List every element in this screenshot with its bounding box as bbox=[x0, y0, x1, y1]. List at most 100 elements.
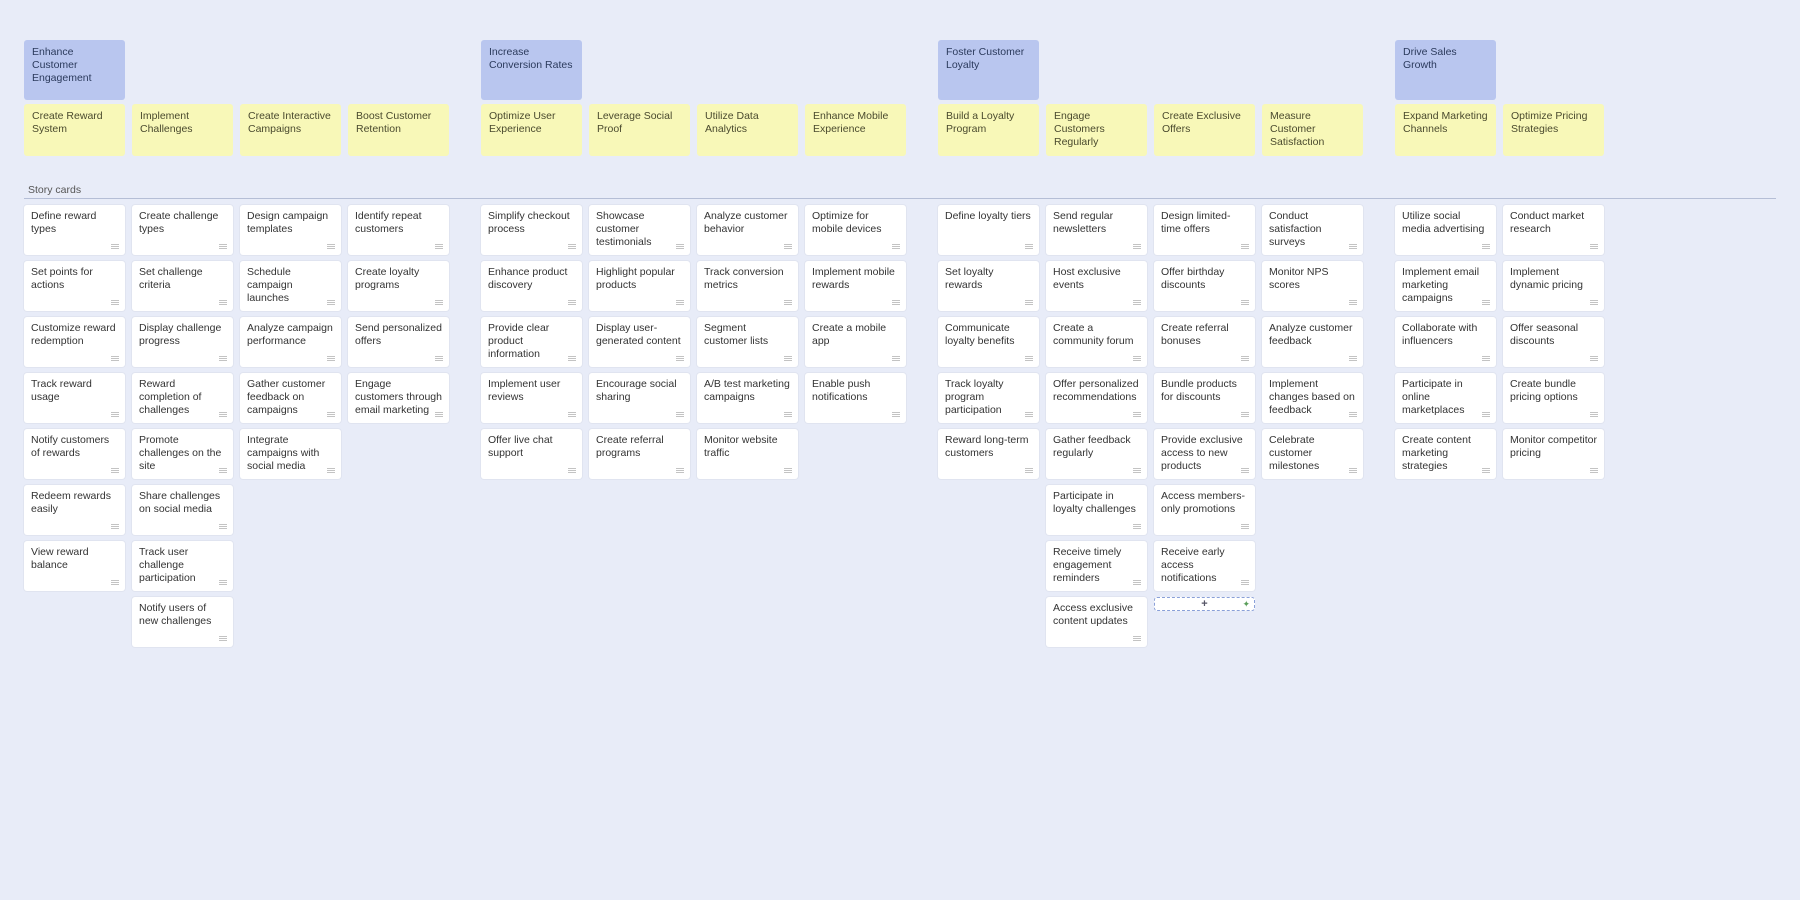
story-card[interactable]: Offer birthday discounts bbox=[1154, 261, 1255, 311]
epic-card[interactable]: Foster Customer Loyalty bbox=[938, 40, 1039, 100]
story-card[interactable]: Bundle products for discounts bbox=[1154, 373, 1255, 423]
story-card[interactable]: Reward long-term customers bbox=[938, 429, 1039, 479]
story-card[interactable]: View reward balance bbox=[24, 541, 125, 591]
story-card[interactable]: Collaborate with influencers bbox=[1395, 317, 1496, 367]
story-card[interactable]: Communicate loyalty benefits bbox=[938, 317, 1039, 367]
story-card[interactable]: Send personalized offers bbox=[348, 317, 449, 367]
feature-card[interactable]: Engage Customers Regularly bbox=[1046, 104, 1147, 156]
story-card[interactable]: Promote challenges on the site bbox=[132, 429, 233, 479]
story-card[interactable]: Gather feedback regularly bbox=[1046, 429, 1147, 479]
story-card[interactable]: Customize reward redemption bbox=[24, 317, 125, 367]
feature-card[interactable]: Measure Customer Satisfaction bbox=[1262, 104, 1363, 156]
story-card[interactable]: Track conversion metrics bbox=[697, 261, 798, 311]
story-card[interactable]: Receive timely engagement reminders bbox=[1046, 541, 1147, 591]
story-card[interactable]: Implement user reviews bbox=[481, 373, 582, 423]
feature-card[interactable]: Expand Marketing Channels bbox=[1395, 104, 1496, 156]
epic-card[interactable]: Enhance Customer Engagement bbox=[24, 40, 125, 100]
story-card[interactable]: Enhance product discovery bbox=[481, 261, 582, 311]
story-card[interactable]: Gather customer feedback on campaigns bbox=[240, 373, 341, 423]
story-card[interactable]: Analyze campaign performance bbox=[240, 317, 341, 367]
feature-card[interactable]: Utilize Data Analytics bbox=[697, 104, 798, 156]
story-card[interactable]: Showcase customer testimonials bbox=[589, 205, 690, 255]
story-card[interactable]: Engage customers through email marketing bbox=[348, 373, 449, 423]
story-card[interactable]: Offer personalized recommendations bbox=[1046, 373, 1147, 423]
story-card[interactable]: Offer seasonal discounts bbox=[1503, 317, 1604, 367]
story-card[interactable]: Schedule campaign launches bbox=[240, 261, 341, 311]
story-card[interactable]: Enable push notifications bbox=[805, 373, 906, 423]
story-card[interactable]: Celebrate customer milestones bbox=[1262, 429, 1363, 479]
story-card[interactable]: Design campaign templates bbox=[240, 205, 341, 255]
story-card[interactable]: A/B test marketing campaigns bbox=[697, 373, 798, 423]
story-card[interactable]: Conduct market research bbox=[1503, 205, 1604, 255]
story-card[interactable]: Optimize for mobile devices bbox=[805, 205, 906, 255]
story-card[interactable]: Set loyalty rewards bbox=[938, 261, 1039, 311]
story-card[interactable]: Define reward types bbox=[24, 205, 125, 255]
story-card[interactable]: Create referral bonuses bbox=[1154, 317, 1255, 367]
description-icon bbox=[892, 300, 900, 307]
story-card[interactable]: Send regular newsletters bbox=[1046, 205, 1147, 255]
story-card[interactable]: Participate in online marketplaces bbox=[1395, 373, 1496, 423]
epic-card[interactable]: Increase Conversion Rates bbox=[481, 40, 582, 100]
story-card[interactable]: Receive early access notifications bbox=[1154, 541, 1255, 591]
story-card[interactable]: Simplify checkout process bbox=[481, 205, 582, 255]
story-card[interactable]: Display user-generated content bbox=[589, 317, 690, 367]
story-card[interactable]: Implement changes based on feedback bbox=[1262, 373, 1363, 423]
feature-card[interactable]: Optimize User Experience bbox=[481, 104, 582, 156]
story-card[interactable]: Track loyalty program participation bbox=[938, 373, 1039, 423]
story-card[interactable]: Track user challenge participation bbox=[132, 541, 233, 591]
add-story-button[interactable]: +✦ bbox=[1154, 597, 1255, 611]
story-card[interactable]: Utilize social media advertising bbox=[1395, 205, 1496, 255]
feature-card[interactable]: Implement Challenges bbox=[132, 104, 233, 156]
feature-card[interactable]: Optimize Pricing Strategies bbox=[1503, 104, 1604, 156]
epic-card[interactable]: Drive Sales Growth bbox=[1395, 40, 1496, 100]
story-card[interactable]: Define loyalty tiers bbox=[938, 205, 1039, 255]
story-card[interactable]: Provide clear product information bbox=[481, 317, 582, 367]
story-card[interactable]: Redeem rewards easily bbox=[24, 485, 125, 535]
story-card[interactable]: Design limited-time offers bbox=[1154, 205, 1255, 255]
story-card[interactable]: Share challenges on social media bbox=[132, 485, 233, 535]
story-card[interactable]: Create loyalty programs bbox=[348, 261, 449, 311]
story-card[interactable]: Conduct satisfaction surveys bbox=[1262, 205, 1363, 255]
feature-card[interactable]: Leverage Social Proof bbox=[589, 104, 690, 156]
story-card[interactable]: Participate in loyalty challenges bbox=[1046, 485, 1147, 535]
story-card[interactable]: Create challenge types bbox=[132, 205, 233, 255]
feature-card[interactable]: Boost Customer Retention bbox=[348, 104, 449, 156]
story-card[interactable]: Access exclusive content updates bbox=[1046, 597, 1147, 647]
story-card[interactable]: Monitor website traffic bbox=[697, 429, 798, 479]
story-card[interactable]: Identify repeat customers bbox=[348, 205, 449, 255]
story-card[interactable]: Implement email marketing campaigns bbox=[1395, 261, 1496, 311]
story-card[interactable]: Access members-only promotions bbox=[1154, 485, 1255, 535]
story-card[interactable]: Display challenge progress bbox=[132, 317, 233, 367]
story-card[interactable]: Offer live chat support bbox=[481, 429, 582, 479]
story-card[interactable]: Provide exclusive access to new products bbox=[1154, 429, 1255, 479]
feature-card[interactable]: Build a Loyalty Program bbox=[938, 104, 1039, 156]
story-card[interactable]: Segment customer lists bbox=[697, 317, 798, 367]
description-icon bbox=[1482, 468, 1490, 475]
story-card[interactable]: Analyze customer feedback bbox=[1262, 317, 1363, 367]
story-card[interactable]: Host exclusive events bbox=[1046, 261, 1147, 311]
story-card[interactable]: Create referral programs bbox=[589, 429, 690, 479]
story-card[interactable]: Highlight popular products bbox=[589, 261, 690, 311]
section-divider bbox=[24, 198, 1776, 199]
feature-card[interactable]: Enhance Mobile Experience bbox=[805, 104, 906, 156]
story-card[interactable]: Implement mobile rewards bbox=[805, 261, 906, 311]
story-card[interactable]: Encourage social sharing bbox=[589, 373, 690, 423]
story-card[interactable]: Create content marketing strategies bbox=[1395, 429, 1496, 479]
story-card[interactable]: Monitor NPS scores bbox=[1262, 261, 1363, 311]
story-card[interactable]: Integrate campaigns with social media bbox=[240, 429, 341, 479]
feature-card[interactable]: Create Exclusive Offers bbox=[1154, 104, 1255, 156]
story-card[interactable]: Monitor competitor pricing bbox=[1503, 429, 1604, 479]
story-card[interactable]: Notify customers of rewards bbox=[24, 429, 125, 479]
story-card[interactable]: Notify users of new challenges bbox=[132, 597, 233, 647]
story-card[interactable]: Create bundle pricing options bbox=[1503, 373, 1604, 423]
feature-card[interactable]: Create Reward System bbox=[24, 104, 125, 156]
feature-card[interactable]: Create Interactive Campaigns bbox=[240, 104, 341, 156]
story-card[interactable]: Set points for actions bbox=[24, 261, 125, 311]
story-card[interactable]: Set challenge criteria bbox=[132, 261, 233, 311]
story-card[interactable]: Analyze customer behavior bbox=[697, 205, 798, 255]
story-card[interactable]: Reward completion of challenges bbox=[132, 373, 233, 423]
story-card[interactable]: Implement dynamic pricing bbox=[1503, 261, 1604, 311]
story-card[interactable]: Track reward usage bbox=[24, 373, 125, 423]
story-card[interactable]: Create a mobile app bbox=[805, 317, 906, 367]
story-card[interactable]: Create a community forum bbox=[1046, 317, 1147, 367]
